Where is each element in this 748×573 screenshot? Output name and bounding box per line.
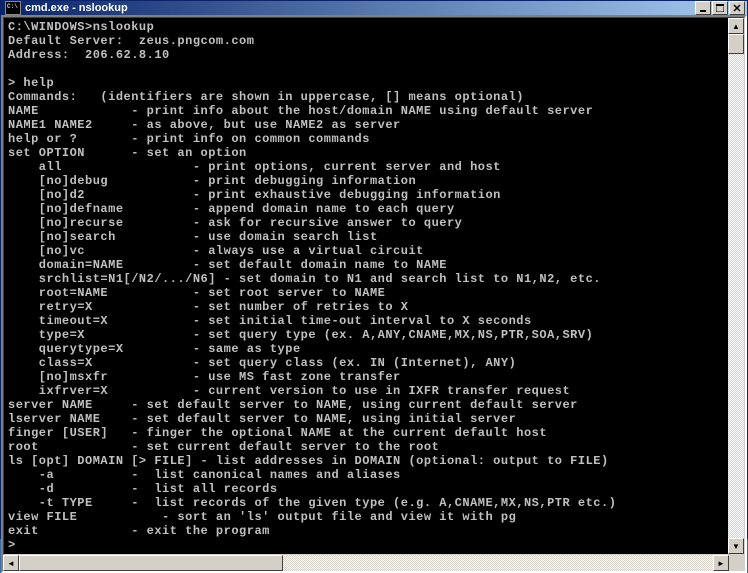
- scrollbar-corner: [729, 555, 745, 571]
- close-button[interactable]: [729, 1, 745, 15]
- terminal-frame: C:\WINDOWS>nslookup Default Server: zeus…: [1, 15, 747, 573]
- scroll-down-button[interactable]: ▼: [728, 538, 744, 554]
- title-left: cmd.exe - nslookup: [3, 1, 128, 15]
- scroll-right-button[interactable]: ►: [713, 555, 729, 571]
- titlebar[interactable]: cmd.exe - nslookup: [1, 1, 747, 15]
- terminal-output[interactable]: C:\WINDOWS>nslookup Default Server: zeus…: [4, 18, 728, 554]
- maximize-button[interactable]: [712, 1, 728, 15]
- vertical-scrollbar[interactable]: ▲ ▼: [728, 18, 744, 554]
- scroll-left-button[interactable]: ◄: [3, 555, 19, 571]
- cmd-icon: [5, 1, 21, 15]
- minimize-button[interactable]: [695, 1, 711, 15]
- scroll-up-button[interactable]: ▲: [728, 18, 744, 34]
- window-title: cmd.exe - nslookup: [25, 2, 128, 14]
- window-controls: [695, 1, 745, 15]
- vertical-scroll-thumb[interactable]: [728, 34, 744, 54]
- window: cmd.exe - nslookup C:\WINDOWS>nslookup D…: [0, 0, 748, 539]
- horizontal-scroll-track[interactable]: [19, 555, 713, 571]
- horizontal-scrollbar[interactable]: ◄ ►: [3, 555, 745, 571]
- horizontal-scroll-thumb[interactable]: [19, 555, 283, 571]
- vertical-scroll-track[interactable]: [728, 34, 744, 538]
